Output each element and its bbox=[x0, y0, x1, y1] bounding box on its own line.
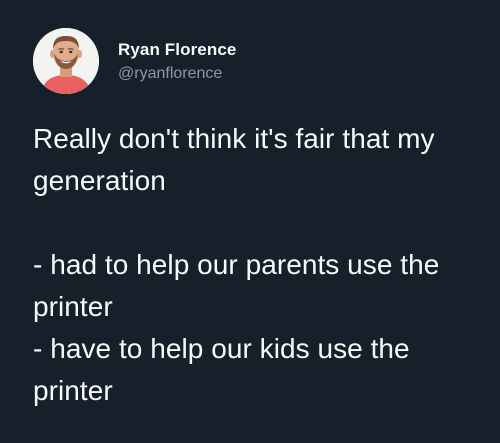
author-handle[interactable]: @ryanflorence bbox=[118, 63, 236, 84]
tweet-header: Ryan Florence @ryanflorence bbox=[33, 28, 236, 94]
author-names[interactable]: Ryan Florence @ryanflorence bbox=[118, 39, 236, 84]
tweet-card: Ryan Florence @ryanflorence Really don't… bbox=[0, 0, 500, 443]
author-display-name[interactable]: Ryan Florence bbox=[118, 39, 236, 60]
user-avatar-photo-icon bbox=[33, 28, 99, 94]
tweet-text: Really don't think it's fair that my gen… bbox=[33, 123, 440, 406]
avatar[interactable] bbox=[33, 28, 99, 94]
